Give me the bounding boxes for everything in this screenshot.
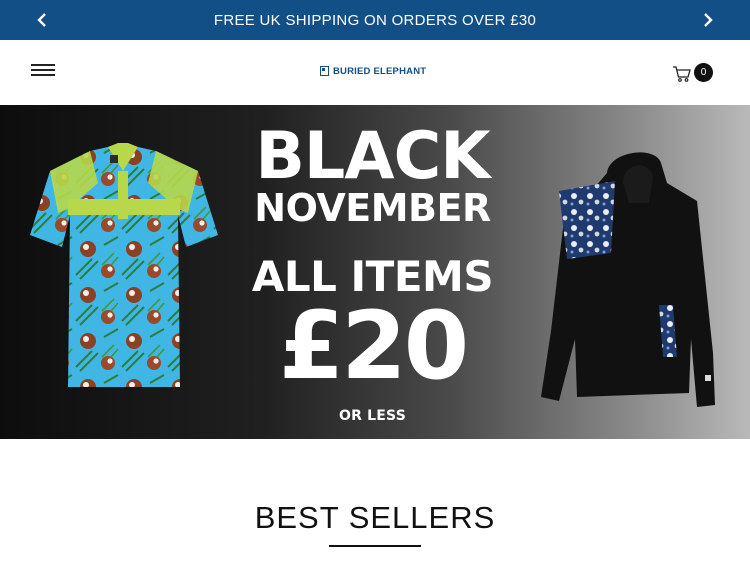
banner-line-november: NOVEMBER bbox=[254, 186, 491, 230]
announcement-prev-button[interactable] bbox=[22, 0, 62, 40]
shopping-cart-icon bbox=[673, 66, 691, 82]
announcement-next-button[interactable] bbox=[688, 0, 728, 40]
best-sellers-heading: BEST SELLERS bbox=[254, 500, 496, 535]
logo-text: BURIED ELEPHANT bbox=[333, 65, 427, 77]
cart-count-badge: 0 bbox=[694, 63, 713, 82]
menu-button[interactable] bbox=[31, 64, 55, 82]
announcement-bar: FREE UK SHIPPING ON ORDERS OVER £30 bbox=[0, 0, 750, 40]
heading-underline bbox=[329, 545, 421, 547]
chevron-left-icon bbox=[37, 13, 46, 27]
banner-line-black: BLACK bbox=[255, 119, 490, 194]
black-hoodie-image bbox=[541, 152, 715, 407]
cart-button[interactable]: 0 bbox=[672, 62, 718, 84]
hamburger-menu-icon bbox=[31, 64, 55, 66]
coconut-polo-shirt-image bbox=[30, 143, 218, 387]
logo-mark-icon bbox=[320, 66, 329, 76]
announcement-text: FREE UK SHIPPING ON ORDERS OVER £30 bbox=[213, 11, 537, 29]
banner-line-price: £20 bbox=[278, 292, 469, 401]
site-logo[interactable]: BURIED ELEPHANT bbox=[320, 64, 426, 78]
site-header: BURIED ELEPHANT 0 bbox=[0, 40, 750, 105]
chevron-right-icon bbox=[704, 13, 713, 27]
black-november-banner[interactable]: BLACK NOVEMBER ALL ITEMS £20 OR LESS bbox=[0, 105, 750, 439]
hamburger-menu-icon bbox=[31, 74, 55, 76]
hamburger-menu-icon bbox=[31, 69, 55, 71]
banner-line-or-less: OR LESS bbox=[339, 408, 406, 424]
